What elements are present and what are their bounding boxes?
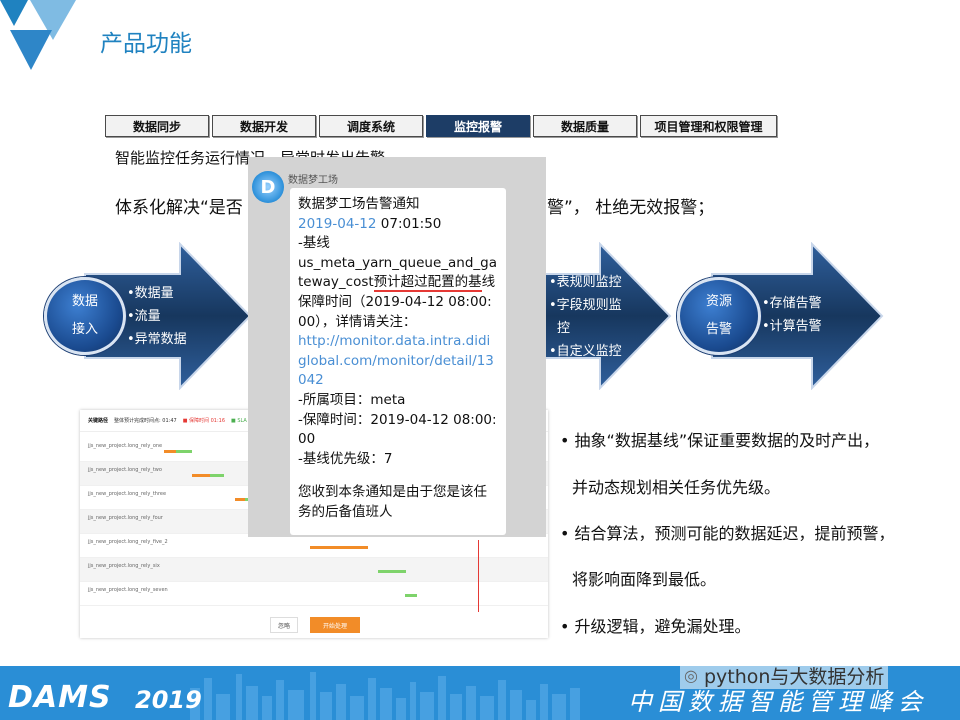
tab-data-quality[interactable]: 数据质量 <box>533 115 637 137</box>
wechat-account-name: python与大数据分析 <box>703 666 885 688</box>
start-handling-button[interactable]: 开始处理 <box>310 617 360 633</box>
arrow-item: •表规则监控 <box>549 275 622 290</box>
tab-monitor-alert[interactable]: 监控报警 <box>426 115 530 137</box>
intro-line-2: 体系化解决“是否 警”， 杜绝无效报警； <box>115 193 714 218</box>
chat-sender: 数据梦工场 <box>288 175 338 186</box>
page-title: 产品功能 <box>100 31 192 57</box>
arrow-item: •计算告警 <box>762 319 822 334</box>
arrow-item: •异常数据 <box>127 332 187 347</box>
gantt-title: 关键路径 <box>88 418 109 424</box>
oval-resource-alert: 资源 告警 <box>677 277 761 355</box>
arrow-resource-alert-items: •存储告警 •计算告警 <box>762 292 822 338</box>
arrow-item: 控 <box>557 321 571 336</box>
oval-data-access-line2: 接入 <box>71 322 98 337</box>
tab-data-dev[interactable]: 数据开发 <box>212 115 316 137</box>
alert-detail-link[interactable]: http://monitor.data.intra.didiglobal.com… <box>298 332 498 391</box>
alert-baseline-label: -基线 <box>298 235 330 252</box>
alert-title: 数据梦工场告警通知 <box>298 196 420 212</box>
gantt-note: 整体预计完成时间点: 01:47 <box>114 418 177 424</box>
tab-scheduler[interactable]: 调度系统 <box>319 115 423 137</box>
ignore-button[interactable]: 忽略 <box>270 617 298 633</box>
footer-year: 2019 <box>135 686 202 714</box>
bullet-line: 并动态规划相关任务优先级。 <box>572 478 781 497</box>
alert-guarantee-time: -保障时间：2019-04-12 08:00:00 <box>298 411 497 448</box>
wechat-icon: ◎ <box>684 666 698 685</box>
tab-project-permission[interactable]: 项目管理和权限管理 <box>640 115 777 137</box>
gantt-legend-sla: ■ SLA <box>231 417 247 424</box>
bullet-line: • 结合算法，预测可能的数据延迟，提前预警， <box>560 524 895 543</box>
bullet-line: • 抽象“数据基线”保证重要数据的及时产出， <box>560 431 880 450</box>
bullet-line: 将影响面降到最低。 <box>572 570 717 589</box>
corner-triangle-decoration <box>0 0 76 70</box>
bullet-line: • 升级逻辑，避免漏处理。 <box>560 617 751 636</box>
oval-data-access: 数据 接入 <box>44 277 126 355</box>
oval-resource-alert-line1: 资源 <box>705 294 732 309</box>
arrow-item: •数据量 <box>127 286 174 301</box>
arrow-item: •存储告警 <box>762 296 822 311</box>
bot-avatar: D <box>252 171 284 203</box>
dams-logo: DAMS <box>8 680 112 715</box>
arrow-item: •字段规则监 <box>549 298 622 313</box>
alert-baseline-body: us_meta_yarn_queue_and_gateway_cost预计超过配… <box>298 254 498 330</box>
alert-footer-note: 您收到本条通知是由于您是该任务的后备值班人 <box>298 484 487 520</box>
wechat-watermark: ◎ python与大数据分析 <box>680 662 889 689</box>
intro-line-2-left: 体系化解决“是否 <box>115 198 243 218</box>
oval-resource-alert-line2: 告警 <box>705 322 732 337</box>
arrow-item: •流量 <box>127 309 161 324</box>
alert-message-bubble: 数据梦工场告警通知 2019-04-12 07:01:50 -基线 us_met… <box>290 188 506 535</box>
alert-priority: -基线优先级：7 <box>298 450 393 467</box>
feature-tabs: 数据同步 数据开发 调度系统 监控报警 数据质量 项目管理和权限管理 <box>105 115 777 137</box>
intro-line-2-right: 警”， 杜绝无效报警； <box>547 198 715 218</box>
deadline-line <box>478 540 479 612</box>
alert-project: -所属项目：meta <box>298 391 406 408</box>
alert-datetime: 2019-04-12 07:01:50 <box>298 215 442 232</box>
gantt-legend-guarantee: ■ 保障时间 01:16 <box>182 418 226 424</box>
arrow-item: •自定义监控 <box>549 344 622 359</box>
oval-data-access-line1: 数据 <box>71 294 98 309</box>
arrow-data-access-items: •数据量 •流量 •异常数据 <box>127 282 187 351</box>
arrow-rule-monitor-items: •表规则监控 •字段规则监 控 •自定义监控 <box>549 271 622 363</box>
tab-data-sync[interactable]: 数据同步 <box>105 115 209 137</box>
wechat-alert-screenshot: D 数据梦工场 数据梦工场告警通知 2019-04-12 07:01:50 -基… <box>248 157 546 537</box>
